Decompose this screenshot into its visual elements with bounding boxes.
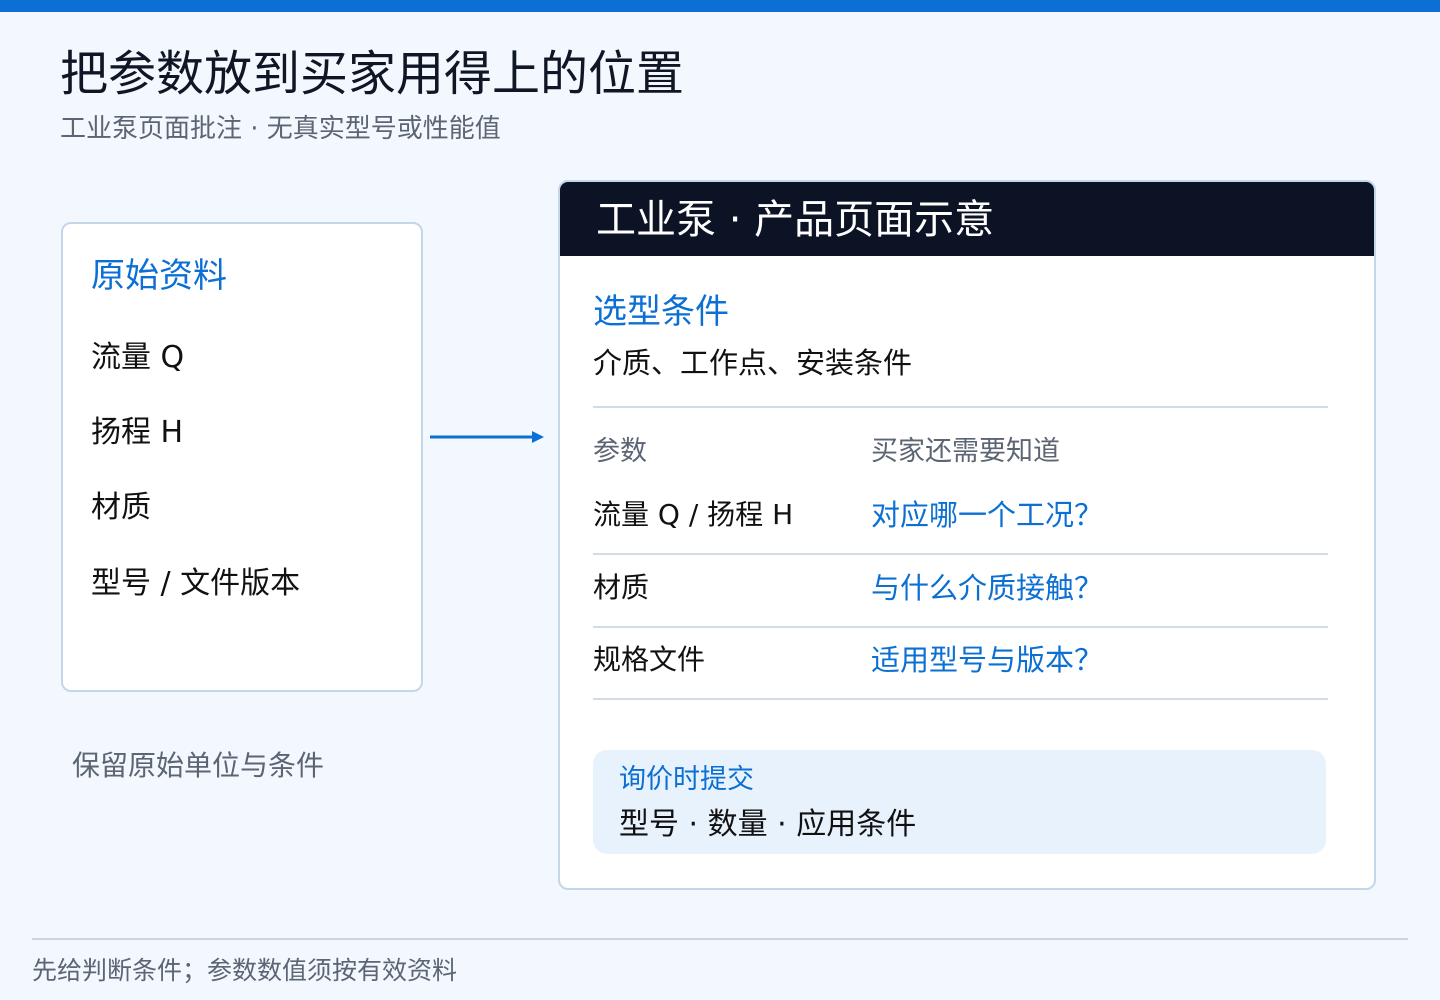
row-buyer-question: 与什么介质接触？ — [871, 571, 1104, 605]
product-page-card: 工业泵 · 产品页面示意 选型条件 介质、工作点、安装条件 参数 买家还需要知道… — [558, 180, 1376, 890]
row-parameter: 规格文件 — [593, 643, 706, 676]
page-title: 把参数放到买家用得上的位置 — [60, 46, 685, 102]
footer-divider — [32, 938, 1408, 940]
source-item-head: 扬程 H — [91, 415, 184, 450]
selection-conditions-description: 介质、工作点、安装条件 — [593, 346, 913, 380]
product-page-header-title: 工业泵 · 产品页面示意 — [596, 197, 995, 243]
row-buyer-question: 适用型号与版本？ — [871, 643, 1104, 677]
row-divider — [593, 626, 1328, 628]
divider — [593, 406, 1328, 408]
source-material-panel: 原始资料 流量 Q 扬程 H 材质 型号 / 文件版本 — [61, 222, 423, 692]
source-item-flow: 流量 Q — [91, 340, 185, 375]
footer-note: 先给判断条件；参数数值须按有效资料 — [32, 956, 458, 985]
inquiry-title: 询价时提交 — [619, 764, 754, 795]
row-parameter: 流量 Q / 扬程 H — [593, 498, 794, 531]
top-accent-bar — [0, 0, 1440, 12]
source-item-model-version: 型号 / 文件版本 — [91, 566, 301, 601]
row-parameter: 材质 — [593, 571, 650, 604]
inquiry-items: 型号 · 数量 · 应用条件 — [619, 807, 917, 842]
product-page-header: 工业泵 · 产品页面示意 — [560, 182, 1374, 256]
row-divider — [593, 698, 1328, 700]
source-panel-title: 原始资料 — [91, 256, 227, 296]
row-divider — [593, 553, 1328, 555]
source-item-material: 材质 — [91, 490, 151, 525]
column-header-parameter: 参数 — [593, 436, 647, 467]
column-header-buyer-needs: 买家还需要知道 — [871, 436, 1060, 467]
inquiry-submission-box: 询价时提交 型号 · 数量 · 应用条件 — [593, 750, 1326, 854]
source-note: 保留原始单位与条件 — [72, 749, 325, 782]
page-subtitle: 工业泵页面批注 · 无真实型号或性能值 — [60, 114, 501, 144]
flow-arrow-icon — [430, 431, 544, 443]
selection-conditions-title: 选型条件 — [593, 292, 729, 332]
row-buyer-question: 对应哪一个工况？ — [871, 498, 1104, 532]
